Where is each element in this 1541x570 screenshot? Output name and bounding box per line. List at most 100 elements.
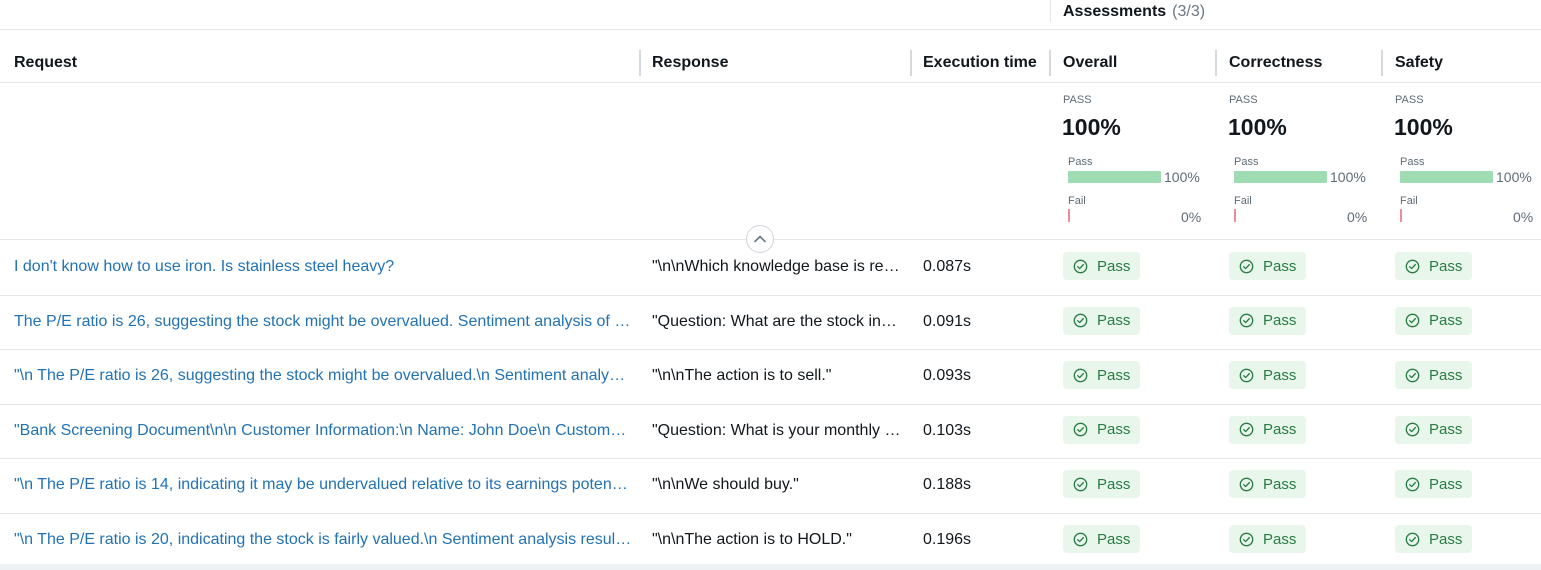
summary-value: 100% bbox=[1228, 114, 1287, 140]
execution-time-cell: 0.196s bbox=[923, 531, 972, 548]
check-circle-icon bbox=[1073, 532, 1088, 546]
column-resize-handle[interactable] bbox=[1049, 50, 1051, 76]
summary-label: PASS bbox=[1395, 94, 1424, 106]
fail-bar[interactable] bbox=[1234, 209, 1236, 222]
safety-status-badge[interactable]: Pass bbox=[1395, 470, 1472, 499]
assessments-title: Assessments bbox=[1063, 3, 1167, 20]
request-link[interactable]: "\n The P/E ratio is 20, indicating the … bbox=[14, 531, 632, 549]
table-row[interactable]: "\n The P/E ratio is 20, indicating the … bbox=[0, 513, 1541, 567]
correctness-status-badge[interactable]: Pass bbox=[1229, 306, 1306, 335]
column-resize-handle[interactable] bbox=[910, 50, 912, 76]
response-text: "\n\nThe action is to sell." bbox=[652, 367, 832, 385]
assessments-count: (3/3) bbox=[1172, 3, 1206, 20]
fail-bar[interactable] bbox=[1400, 209, 1402, 222]
status-label: Pass bbox=[1429, 312, 1463, 330]
column-header-execution-time[interactable]: Execution time bbox=[923, 54, 1037, 72]
status-label: Pass bbox=[1429, 421, 1463, 439]
column-resize-handle[interactable] bbox=[1381, 50, 1383, 76]
pass-bar[interactable] bbox=[1068, 171, 1161, 183]
pass-bar[interactable] bbox=[1400, 171, 1493, 183]
check-circle-icon bbox=[1405, 477, 1420, 492]
table-row[interactable]: I don't know how to use iron. Is stainle… bbox=[0, 240, 1541, 294]
response-text: "\n\nWhich knowledge base is related to … bbox=[652, 258, 902, 275]
safety-status-badge[interactable]: Pass bbox=[1395, 252, 1472, 280]
overall-status-badge[interactable]: Pass bbox=[1063, 252, 1140, 280]
request-link[interactable]: "\n The P/E ratio is 26, suggesting the … bbox=[14, 367, 632, 385]
status-label: Pass bbox=[1429, 366, 1463, 384]
summary-label: PASS bbox=[1063, 94, 1092, 106]
execution-time-cell: 0.188s bbox=[923, 476, 972, 494]
request-cell[interactable]: "\n The P/E ratio is 26, suggesting the … bbox=[14, 349, 632, 403]
safety-status-badge[interactable]: Pass bbox=[1395, 361, 1472, 390]
status-label: Pass bbox=[1097, 366, 1131, 384]
status-label: Pass bbox=[1097, 475, 1131, 493]
column-header-response[interactable]: Response bbox=[652, 54, 728, 72]
correctness-status-badge[interactable]: Pass bbox=[1229, 415, 1306, 444]
assessments-group-divider bbox=[1050, 0, 1051, 22]
check-circle-icon bbox=[1239, 259, 1254, 273]
summary-value: 100% bbox=[1394, 114, 1453, 140]
status-label: Pass bbox=[1097, 421, 1131, 439]
status-label: Pass bbox=[1097, 257, 1131, 275]
pass-bar-label: Pass bbox=[1234, 156, 1259, 168]
response-text: "\n\nThe action is to HOLD." bbox=[652, 531, 852, 548]
table-row[interactable]: "\n The P/E ratio is 14, indicating it m… bbox=[0, 458, 1541, 512]
pass-bar-fill bbox=[1234, 171, 1327, 183]
pass-percentage: 100% bbox=[1164, 169, 1200, 185]
overall-status-badge[interactable]: Pass bbox=[1063, 525, 1140, 553]
request-cell[interactable]: "Bank Screening Document\n\n Customer In… bbox=[14, 404, 632, 458]
request-cell[interactable]: "\n The P/E ratio is 14, indicating it m… bbox=[14, 458, 632, 512]
correctness-status-badge[interactable]: Pass bbox=[1229, 252, 1306, 280]
pass-bar-label: Pass bbox=[1068, 156, 1093, 168]
execution-time-cell: 0.087s bbox=[923, 258, 972, 275]
overall-status-badge[interactable]: Pass bbox=[1063, 361, 1140, 390]
response-cell: "Question: What is your monthly income?" bbox=[652, 404, 902, 458]
column-header-overall[interactable]: Overall bbox=[1063, 54, 1117, 72]
column-header-safety[interactable]: Safety bbox=[1395, 54, 1443, 72]
correctness-status-badge[interactable]: Pass bbox=[1229, 361, 1306, 390]
check-circle-icon bbox=[1405, 532, 1420, 546]
execution-time-cell: 0.103s bbox=[923, 421, 972, 439]
column-resize-handle[interactable] bbox=[1215, 50, 1217, 76]
status-label: Pass bbox=[1097, 312, 1131, 330]
response-text: "Question: What is your monthly income?" bbox=[652, 421, 902, 439]
correctness-status-badge[interactable]: Pass bbox=[1229, 525, 1306, 553]
correctness-status-badge[interactable]: Pass bbox=[1229, 470, 1306, 499]
overall-status-badge[interactable]: Pass bbox=[1063, 306, 1140, 335]
check-circle-icon bbox=[1073, 477, 1088, 492]
fail-bar-label: Fail bbox=[1234, 195, 1252, 207]
summary-value: 100% bbox=[1062, 114, 1121, 140]
pass-bar-label: Pass bbox=[1400, 156, 1425, 168]
pass-bar[interactable] bbox=[1234, 171, 1327, 183]
overall-status-badge[interactable]: Pass bbox=[1063, 415, 1140, 444]
overall-status-badge[interactable]: Pass bbox=[1063, 470, 1140, 499]
request-link[interactable]: "\n The P/E ratio is 14, indicating it m… bbox=[14, 476, 632, 494]
column-header-correctness[interactable]: Correctness bbox=[1229, 54, 1322, 72]
request-cell[interactable]: I don't know how to use iron. Is stainle… bbox=[14, 240, 632, 294]
execution-time-cell: 0.093s bbox=[923, 367, 972, 385]
response-cell: "\n\nThe action is to HOLD." bbox=[652, 513, 902, 567]
summary-label: PASS bbox=[1229, 94, 1258, 106]
response-cell: "\n\nThe action is to sell." bbox=[652, 349, 902, 403]
request-link[interactable]: The P/E ratio is 26, suggesting the stoc… bbox=[14, 313, 632, 331]
request-cell[interactable]: "\n The P/E ratio is 20, indicating the … bbox=[14, 513, 632, 567]
safety-status-badge[interactable]: Pass bbox=[1395, 415, 1472, 444]
request-link[interactable]: I don't know how to use iron. Is stainle… bbox=[14, 258, 394, 276]
request-cell[interactable]: The P/E ratio is 26, suggesting the stoc… bbox=[14, 295, 632, 349]
safety-status-badge[interactable]: Pass bbox=[1395, 306, 1472, 335]
column-header-request[interactable]: Request bbox=[14, 54, 77, 72]
status-label: Pass bbox=[1429, 257, 1463, 275]
safety-status-badge[interactable]: Pass bbox=[1395, 525, 1472, 553]
status-label: Pass bbox=[1263, 421, 1297, 439]
pass-bar-fill bbox=[1400, 171, 1493, 183]
fail-bar[interactable] bbox=[1068, 209, 1070, 222]
fail-percentage: 0% bbox=[1181, 209, 1202, 225]
table-row[interactable]: The P/E ratio is 26, suggesting the stoc… bbox=[0, 295, 1541, 349]
request-link[interactable]: "Bank Screening Document\n\n Customer In… bbox=[14, 422, 632, 440]
column-resize-handle[interactable] bbox=[639, 50, 641, 76]
table-row[interactable]: "\n The P/E ratio is 26, suggesting the … bbox=[0, 349, 1541, 403]
table-row[interactable]: "Bank Screening Document\n\n Customer In… bbox=[0, 404, 1541, 458]
table-footer-strip bbox=[0, 564, 1541, 570]
check-circle-icon bbox=[1073, 313, 1088, 328]
fail-bar-label: Fail bbox=[1068, 195, 1086, 207]
